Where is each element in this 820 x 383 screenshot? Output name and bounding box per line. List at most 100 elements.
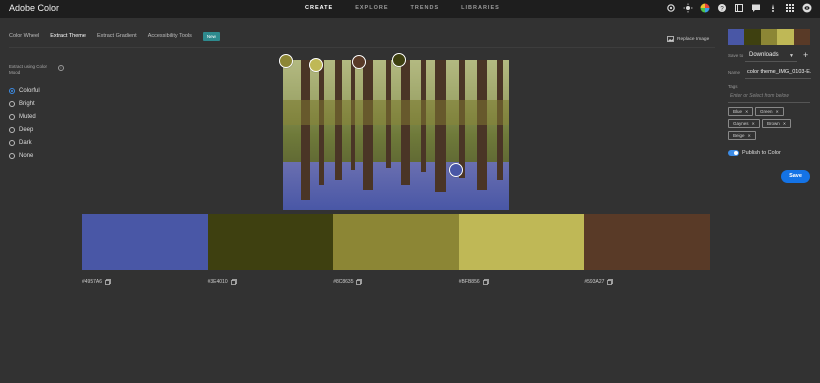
mood-none[interactable]: None [9,149,40,162]
tab-divider [9,47,715,48]
mood-label: Bright [19,100,35,107]
color-picker-1[interactable] [279,54,293,68]
nav-libraries[interactable]: LIBRARIES [461,5,500,11]
copy-icon[interactable] [230,279,237,285]
color-picker-5[interactable] [449,163,463,177]
tag-label: Gaynes [733,121,749,126]
settings-icon[interactable] [666,3,676,13]
mood-label: Colorful [19,87,40,94]
radio-icon[interactable] [9,100,15,107]
copy-icon[interactable] [105,279,111,285]
tab-color-wheel[interactable]: Color Wheel [9,33,39,45]
nav-explore[interactable]: EXPLORE [355,5,388,11]
help-icon[interactable]: ? [717,3,727,13]
name-field[interactable]: color theme_IMG_0103-E... [745,67,811,79]
app-title: Adobe Color [9,3,60,13]
add-library-icon[interactable]: + [803,50,808,60]
color-picker-3[interactable] [352,55,366,69]
library-icon[interactable] [734,3,744,13]
notification-icon[interactable] [768,3,778,13]
tag-chip[interactable]: Brown ✕ [762,119,792,128]
radio-icon[interactable] [9,139,15,146]
swatch-2[interactable] [207,214,334,270]
swatch-row [82,214,710,270]
hex-value: #8C8635 [333,279,354,285]
tag-label: Brown [767,121,780,126]
top-bar: Adobe Color CREATE EXPLORE TRENDS LIBRAR… [0,0,820,18]
tab-extract-gradient[interactable]: Extract Gradient [97,33,137,45]
mood-label: Muted [19,113,36,120]
apps-grid-icon[interactable] [785,3,795,13]
save-button[interactable]: Save [781,170,810,183]
close-icon[interactable]: ✕ [752,121,755,126]
color-wheel-icon[interactable] [700,3,710,13]
tags-input[interactable]: Enter or Select from below [728,91,810,103]
tag-chip[interactable]: Gaynes ✕ [728,119,760,128]
preview-swatch-5 [793,29,811,45]
swatch-4[interactable] [458,214,585,270]
mood-deep[interactable]: Deep [9,123,40,136]
copy-icon[interactable] [607,279,614,285]
mood-label: Dark [19,139,32,146]
theme-preview [728,29,811,45]
avatar-icon[interactable] [802,3,812,13]
close-icon[interactable]: ✕ [783,121,786,126]
hex-5: #593A27 [584,279,710,285]
hex-value: #BFB856 [458,279,480,285]
close-icon[interactable]: ✕ [745,109,748,114]
nav-trends[interactable]: TRENDS [411,5,440,11]
tag-chip[interactable]: Green ✕ [755,107,784,116]
tab-extract-theme[interactable]: Extract Theme [50,33,86,48]
tab-accessibility-tools[interactable]: Accessibility Tools [148,33,192,45]
replace-image-button[interactable]: Replace Image [667,36,709,42]
tag-label: Blue [733,109,743,114]
radio-icon[interactable] [9,126,15,133]
swatch-3[interactable] [333,214,459,270]
name-label: Name [728,70,741,75]
mood-label: Deep [19,126,34,133]
color-picker-4[interactable] [392,53,406,67]
tag-label: Green [760,109,773,114]
mood-dark[interactable]: Dark [9,136,40,149]
nav-create[interactable]: CREATE [305,5,333,11]
save-to-label: Save to [728,53,744,58]
preview-swatch-4 [777,29,794,45]
preview-swatch-2 [744,29,761,45]
tag-chip[interactable]: Beige ✕ [728,131,756,140]
tag-chip[interactable]: Blue ✕ [728,107,754,116]
close-icon[interactable]: ✕ [776,109,779,114]
hex-value: #4957A6 [82,279,103,285]
mood-bright[interactable]: Bright [9,97,40,110]
radio-icon[interactable] [9,113,15,120]
save-to-dropdown[interactable]: Downloads ▼ [745,50,797,62]
color-picker-2[interactable] [309,58,323,72]
tags-label: Tags [728,84,738,89]
hex-4: #BFB856 [459,279,585,285]
radio-icon[interactable] [9,87,15,94]
swatch-1[interactable] [82,214,208,270]
hex-value: #593A27 [584,279,605,285]
hex-1: #4957A6 [82,279,208,285]
copy-icon[interactable] [482,279,489,285]
top-icons: ? [666,3,812,13]
top-nav: CREATE EXPLORE TRENDS LIBRARIES [305,5,522,11]
publish-toggle[interactable] [728,150,739,156]
hex-3: #8C8635 [333,279,459,285]
comments-icon[interactable] [751,3,761,13]
new-badge: New [202,31,220,41]
close-icon[interactable]: ✕ [748,133,751,138]
copy-icon[interactable] [356,279,363,285]
extract-mood-label: Extract using Color Mood [9,64,48,75]
mood-list: Colorful Bright Muted Deep Dark None [9,84,40,162]
info-icon[interactable]: i [58,65,64,71]
replace-image-label: Replace Image [677,36,710,42]
brightness-icon[interactable] [683,3,693,13]
save-to-value: Downloads [749,52,779,58]
swatch-5[interactable] [584,214,710,270]
mood-colorful[interactable]: Colorful [9,84,40,97]
chevron-down-icon: ▼ [789,53,794,59]
radio-icon[interactable] [9,152,15,159]
mood-muted[interactable]: Muted [9,110,40,123]
image-icon [667,36,674,42]
hex-row: #4957A6 #3E4010 #8C8635 #BFB856 #593A27 [82,279,710,285]
